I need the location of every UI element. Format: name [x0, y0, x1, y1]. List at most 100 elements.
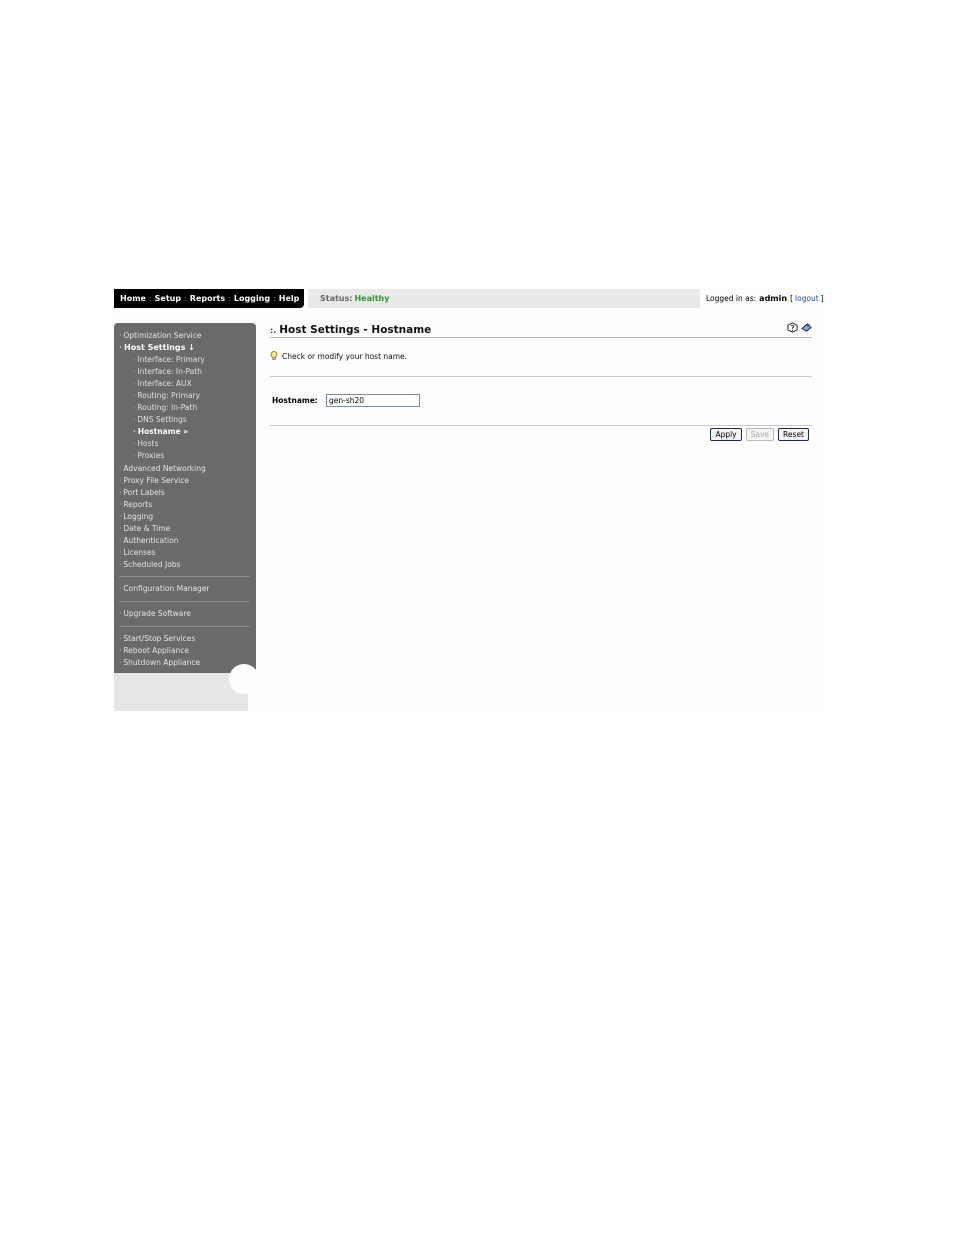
bullet-icon: ·	[119, 475, 122, 485]
sidebar-item-optimization-service[interactable]: · Optimization Service	[119, 330, 206, 342]
sidebar-item-authentication[interactable]: · Authentication	[119, 535, 206, 547]
sidebar-item-label: Host Settings ↓	[124, 343, 195, 353]
sidebar-item-label: Port Labels	[123, 487, 165, 497]
status-value: Healthy	[354, 294, 390, 303]
title-divider	[270, 337, 812, 338]
sidebar-item-routing-primary[interactable]: · Routing: Primary	[119, 390, 206, 402]
nav-logging[interactable]: Logging	[234, 294, 270, 303]
sidebar-item-host-settings[interactable]: · Host Settings ↓	[119, 342, 206, 354]
tip: Check or modify your host name.	[270, 351, 407, 361]
bullet-icon: ·	[119, 584, 122, 593]
sidebar-item-shutdown-appliance[interactable]: · Shutdown Appliance	[119, 657, 200, 669]
sidebar-item-label: Proxy File Service	[123, 475, 189, 485]
sidebar-item-proxy-file-service[interactable]: · Proxy File Service	[119, 475, 206, 487]
page-title-text: Host Settings - Hostname	[279, 324, 432, 336]
sidebar-item-upgrade-software[interactable]: · Upgrade Software	[119, 608, 191, 620]
sidebar-item-interface-in-path[interactable]: · Interface: In-Path	[119, 366, 206, 378]
print-icon[interactable]	[801, 322, 812, 333]
sidebar-divider	[119, 601, 250, 602]
apply-button[interactable]: Apply	[710, 428, 742, 441]
sidebar-item-label: Advanced Networking	[123, 463, 206, 473]
sidebar-item-reports[interactable]: · Reports	[119, 499, 206, 511]
logged-in-label: Logged in as:	[706, 294, 757, 303]
sidebar-item-label: Proxies	[137, 451, 165, 461]
reset-button[interactable]: Reset	[778, 428, 809, 441]
sidebar-item-interface-primary[interactable]: · Interface: Primary	[119, 354, 206, 366]
logout-link[interactable]: logout	[795, 294, 819, 303]
form-buttons: Apply Save Reset	[710, 428, 809, 441]
nav-separator: :	[148, 294, 152, 303]
bullet-icon: ·	[119, 609, 122, 618]
nav-separator: :	[273, 294, 276, 303]
sidebar-item-label: Interface: In-Path	[137, 367, 203, 377]
close-bracket: ]	[820, 294, 824, 303]
sidebar-item-hosts[interactable]: · Hosts	[119, 438, 206, 450]
sidebar-item-dns-settings[interactable]: · DNS Settings	[119, 414, 206, 426]
bullet-icon: ·	[133, 403, 136, 413]
bullet-icon: ·	[133, 391, 136, 401]
bullet-icon: ·	[119, 646, 122, 656]
sidebar-item-label: Reports	[123, 499, 153, 509]
appliance-manager-window: Home: Setup: Reports: Logging: Help Status: …	[114, 288, 824, 711]
bullet-icon: ·	[119, 523, 122, 533]
sidebar-item-label: Hostname »	[137, 427, 189, 437]
title-bullet-icon: :.	[270, 326, 277, 335]
top-bar: Home: Setup: Reports: Logging: Help Status: …	[114, 288, 824, 308]
help-icon[interactable]	[787, 322, 798, 333]
bullet-icon: ·	[119, 463, 122, 473]
nav-separator: :	[184, 294, 187, 303]
nav-reports[interactable]: Reports	[190, 294, 225, 303]
sidebar-item-licenses[interactable]: · Licenses	[119, 547, 206, 559]
save-button[interactable]: Save	[745, 428, 775, 441]
nav-help[interactable]: Help	[279, 294, 300, 303]
sidebar-item-label: Routing: Primary	[137, 391, 201, 401]
bullet-icon: ·	[133, 427, 136, 437]
sidebar-footer	[114, 673, 248, 711]
bullet-icon: ·	[119, 547, 122, 557]
sidebar-divider	[119, 626, 250, 627]
sidebar-item-label: Authentication	[123, 535, 179, 545]
sidebar-item-routing-in-path[interactable]: · Routing: In-Path	[119, 402, 206, 414]
main-nav: Home: Setup: Reports: Logging: Help	[114, 289, 304, 308]
sidebar-menu-group: · Upgrade Software	[119, 608, 191, 620]
bullet-icon: ·	[119, 511, 122, 521]
login-info: Logged in as: admin [ logout ]	[706, 289, 824, 308]
sidebar-item-proxies[interactable]: · Proxies	[119, 450, 206, 462]
hostname-input[interactable]	[326, 394, 420, 407]
divider	[270, 425, 812, 426]
bullet-icon: ·	[119, 343, 123, 353]
bullet-icon: ·	[133, 415, 136, 425]
bullet-icon: ·	[133, 439, 136, 449]
status-bar: Status: Healthy	[308, 289, 700, 308]
lightbulb-icon	[270, 351, 278, 360]
divider	[270, 376, 812, 377]
sidebar-item-reboot-appliance[interactable]: · Reboot Appliance	[119, 645, 200, 657]
sidebar-item-label: Reboot Appliance	[123, 646, 190, 656]
sidebar-item-configuration-manager[interactable]: · Configuration Manager	[119, 583, 210, 595]
page-title: :. Host Settings - Hostname	[270, 322, 431, 338]
nav-home[interactable]: Home	[120, 294, 146, 303]
sidebar-item-hostname[interactable]: · Hostname »	[119, 426, 206, 438]
sidebar-item-label: Routing: In-Path	[137, 403, 198, 413]
sidebar-item-logging[interactable]: · Logging	[119, 511, 206, 523]
tip-text: Check or modify your host name.	[282, 351, 408, 361]
sidebar-item-label: Shutdown Appliance	[123, 658, 201, 668]
sidebar-item-label: Interface: AUX	[137, 379, 192, 389]
sidebar-item-scheduled-jobs[interactable]: · Scheduled Jobs	[119, 559, 206, 571]
bullet-icon: ·	[119, 487, 122, 497]
sidebar-item-label: Configuration Manager	[123, 584, 210, 593]
sidebar-divider	[119, 576, 250, 577]
sidebar-item-label: Interface: Primary	[137, 355, 205, 365]
bullet-icon: ·	[119, 559, 122, 569]
hostname-row: Hostname:	[272, 394, 420, 407]
open-bracket: [	[790, 294, 794, 303]
sidebar-item-port-labels[interactable]: · Port Labels	[119, 487, 206, 499]
sidebar-item-label: Scheduled Jobs	[123, 559, 181, 569]
sidebar-item-date-time[interactable]: · Date & Time	[119, 523, 206, 535]
sidebar-item-advanced-networking[interactable]: · Advanced Networking	[119, 463, 206, 475]
sidebar-menu-group: · Configuration Manager	[119, 583, 210, 595]
sidebar-item-label: Licenses	[123, 547, 156, 557]
sidebar-item-start-stop-services[interactable]: · Start/Stop Services	[119, 633, 200, 645]
nav-setup[interactable]: Setup	[155, 294, 181, 303]
sidebar-item-interface-aux[interactable]: · Interface: AUX	[119, 378, 206, 390]
